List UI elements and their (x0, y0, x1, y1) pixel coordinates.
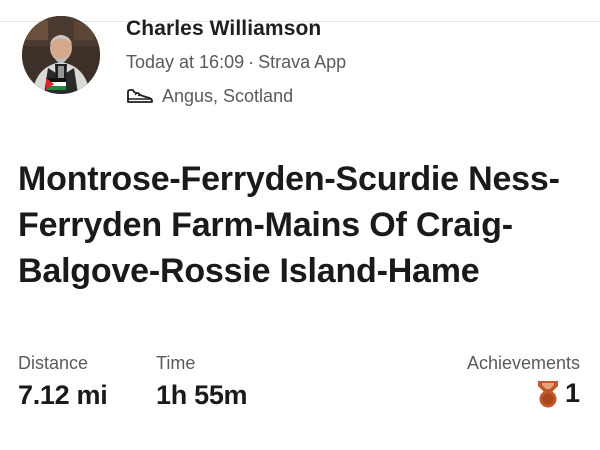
achievements-label: Achievements (466, 353, 580, 373)
location-text: Angus, Scotland (162, 85, 294, 106)
stat-distance: Distance 7.12 mi (18, 352, 108, 411)
medal-icon (535, 379, 561, 409)
achievements-count: 1 (564, 378, 580, 408)
activity-date: Today at 16:09 (126, 52, 245, 72)
time-label: Time (156, 353, 196, 373)
activity-meta: Today at 16:09 · Strava App (126, 52, 346, 73)
distance-value: 7.12 mi (18, 380, 108, 410)
distance-label: Distance (18, 353, 89, 373)
meta-separator: · (248, 52, 255, 72)
athlete-name[interactable]: Charles Williamson (126, 17, 321, 41)
running-shoe-icon (126, 87, 154, 105)
avatar[interactable] (22, 16, 100, 94)
stat-time: Time 1h 55m (156, 352, 248, 411)
time-value: 1h 55m (156, 380, 248, 410)
activity-title[interactable]: Montrose-Ferryden-Scurdie Ness-Ferryden … (18, 156, 578, 294)
activity-location: Angus, Scotland (126, 85, 293, 107)
stat-achievements[interactable]: Achievements 1 (467, 352, 580, 409)
activity-source: Strava App (258, 52, 347, 72)
activity-card: Charles Williamson Today at 16:09 · Strava… (0, 0, 600, 450)
